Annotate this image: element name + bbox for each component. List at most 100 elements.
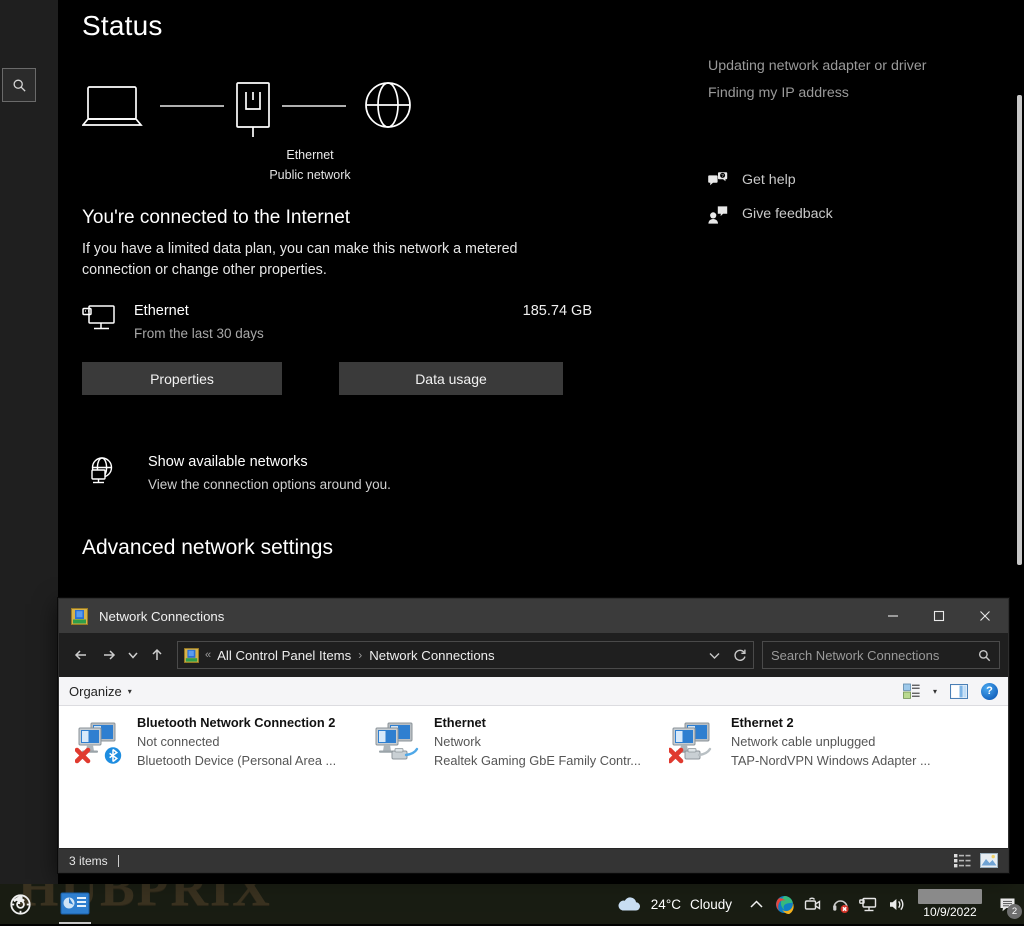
- address-bar[interactable]: « All Control Panel Items › Network Conn…: [177, 641, 754, 669]
- connection-status: Not connected: [137, 734, 220, 749]
- headset-muted-icon: [831, 895, 850, 914]
- show-available-networks-row[interactable]: Show available networks View the connect…: [82, 450, 562, 496]
- network-adapter-icon: [372, 720, 424, 764]
- network-adapter-icon: [75, 720, 127, 764]
- window-title: Network Connections: [99, 609, 224, 624]
- breadcrumb-overflow[interactable]: «: [205, 649, 211, 661]
- refresh-icon[interactable]: [733, 648, 747, 662]
- page-title: Status: [82, 10, 163, 42]
- start-button[interactable]: [0, 884, 40, 924]
- data-usage-button[interactable]: Data usage: [339, 362, 563, 395]
- weather-description: Cloudy: [690, 897, 732, 912]
- window-controls: [870, 599, 1008, 633]
- clock[interactable]: 10/9/2022: [910, 889, 990, 919]
- forward-arrow-icon: [101, 647, 117, 663]
- red-x-icon: [670, 750, 681, 761]
- search-icon[interactable]: [978, 649, 991, 662]
- network-connections-icon: [184, 648, 199, 663]
- get-help-link[interactable]: ? Get help: [708, 170, 1008, 190]
- maximize-button[interactable]: [916, 599, 962, 633]
- volume-tray-icon[interactable]: [882, 887, 910, 921]
- system-tray: 24°C Cloudy: [606, 884, 1024, 924]
- chevron-down-icon: [127, 649, 139, 661]
- organize-button[interactable]: Organize ▾: [69, 684, 132, 699]
- change-view-icon[interactable]: [903, 683, 920, 700]
- forward-button[interactable]: [95, 641, 123, 669]
- camera-tray-icon[interactable]: [798, 887, 826, 921]
- breadcrumb-separator: ›: [358, 648, 362, 662]
- search-input[interactable]: [771, 648, 978, 663]
- connection-device: Realtek Gaming GbE Family Contr...: [434, 753, 641, 768]
- details-view-icon[interactable]: [954, 853, 972, 868]
- network-connections-window: Network Connections: [58, 598, 1009, 873]
- large-icons-view-icon[interactable]: [980, 853, 998, 868]
- list-item[interactable]: Ethernet 2 Network cable unplugged TAP-N…: [653, 714, 950, 776]
- up-arrow-icon: [149, 647, 165, 663]
- settings-nav-panel: [0, 0, 58, 884]
- connection-status: Network: [434, 734, 481, 749]
- list-item[interactable]: Ethernet Network Realtek Gaming GbE Fami…: [356, 714, 653, 776]
- taskbar-item-control-panel[interactable]: [58, 887, 92, 921]
- connection-device: Bluetooth Device (Personal Area ...: [137, 753, 336, 768]
- organize-label: Organize: [69, 684, 122, 699]
- network-adapter-icon: [669, 720, 721, 764]
- connection-diagram: Ethernet Public network: [82, 82, 482, 192]
- breadcrumb-item-1[interactable]: Network Connections: [369, 648, 494, 663]
- settings-scrollbar[interactable]: [1017, 95, 1022, 565]
- search-icon: [12, 78, 27, 93]
- weather-widget[interactable]: 24°C Cloudy: [606, 895, 742, 913]
- ethernet-port-icon: [237, 83, 269, 137]
- chevron-down-icon: ▾: [128, 687, 132, 696]
- search-box[interactable]: [762, 641, 1000, 669]
- edge-browser-icon: [775, 895, 794, 914]
- minimize-button[interactable]: [870, 599, 916, 633]
- preview-pane-icon[interactable]: [950, 684, 968, 699]
- properties-button[interactable]: Properties: [82, 362, 282, 395]
- related-links-list: Updating network adapter or driver Findi…: [708, 58, 1008, 112]
- usage-adapter-name: Ethernet: [134, 303, 189, 319]
- window-titlebar[interactable]: Network Connections: [59, 599, 1008, 633]
- list-item[interactable]: Bluetooth Network Connection 2 Not conne…: [59, 714, 356, 776]
- globe-monitor-icon: [87, 456, 117, 486]
- status-divider: [118, 855, 119, 867]
- give-feedback-link[interactable]: Give feedback: [708, 204, 1008, 224]
- advanced-settings-heading: Advanced network settings: [82, 536, 333, 560]
- recent-locations-button[interactable]: [123, 641, 143, 669]
- diagram-network-type: Public network: [210, 168, 410, 182]
- breadcrumb-item-0[interactable]: All Control Panel Items: [217, 648, 351, 663]
- headset-muted-tray-icon[interactable]: [826, 887, 854, 921]
- camera-icon: [803, 895, 822, 914]
- help-icon[interactable]: ?: [981, 683, 998, 700]
- connections-list: Bluetooth Network Connection 2 Not conne…: [59, 706, 1008, 853]
- notification-count-badge: 2: [1007, 904, 1022, 919]
- connection-status: Network cable unplugged: [731, 734, 875, 749]
- up-button[interactable]: [143, 641, 171, 669]
- notification-center-button[interactable]: 2: [990, 884, 1024, 924]
- globe-icon: [366, 83, 410, 127]
- network-icon: [859, 895, 878, 914]
- rail-link-1[interactable]: Finding my IP address: [708, 85, 1008, 101]
- close-icon: [979, 610, 991, 622]
- connection-name: Ethernet 2: [731, 715, 794, 730]
- connected-heading: You're connected to the Internet: [82, 207, 350, 229]
- chevron-up-icon: [747, 895, 766, 914]
- show-hidden-icons-button[interactable]: [742, 887, 770, 921]
- view-options-caret-icon[interactable]: ▾: [933, 687, 937, 696]
- chevron-down-icon[interactable]: [708, 649, 721, 662]
- get-help-label: Get help: [742, 172, 796, 188]
- bluetooth-icon: [105, 747, 121, 763]
- edge-browser-tray-icon[interactable]: [770, 887, 798, 921]
- network-tray-icon[interactable]: [854, 887, 882, 921]
- clock-date: 10/9/2022: [918, 905, 982, 919]
- items-count-label: 3 items: [69, 854, 108, 868]
- back-button[interactable]: [67, 641, 95, 669]
- maximize-icon: [933, 610, 945, 622]
- close-button[interactable]: [962, 599, 1008, 633]
- explorer-status-bar: 3 items: [59, 848, 1008, 872]
- connected-description: If you have a limited data plan, you can…: [82, 239, 552, 280]
- give-feedback-label: Give feedback: [742, 206, 833, 222]
- explorer-navigation-bar: « All Control Panel Items › Network Conn…: [59, 633, 1008, 677]
- settings-search-box[interactable]: [2, 68, 36, 102]
- connection-name: Ethernet: [434, 715, 486, 730]
- rail-link-0[interactable]: Updating network adapter or driver: [708, 58, 1008, 74]
